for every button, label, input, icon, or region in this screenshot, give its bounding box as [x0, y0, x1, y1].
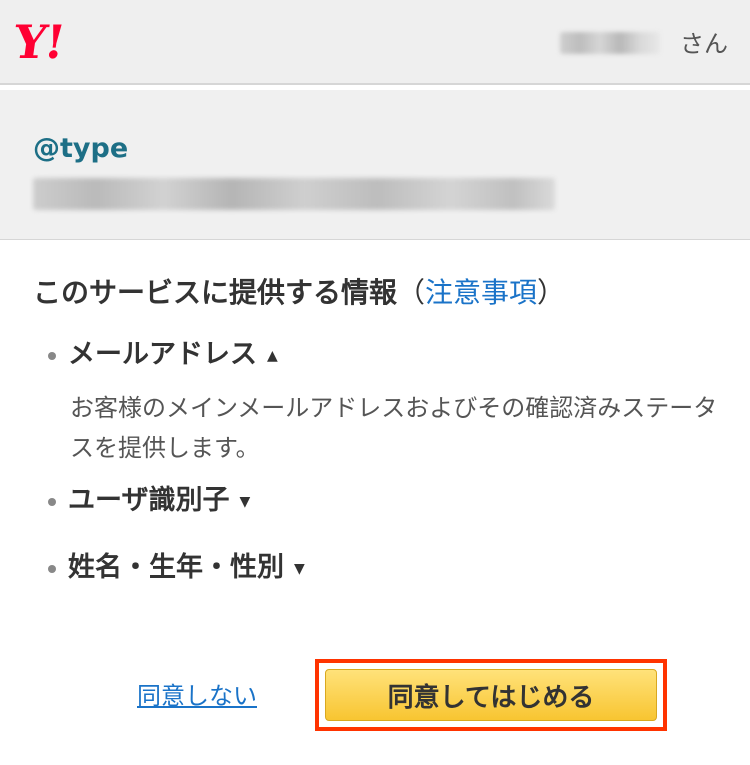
bullet-icon	[48, 498, 56, 506]
email-label: メールアドレス	[68, 339, 257, 370]
caret-down-icon: ▼	[239, 493, 251, 510]
profile-label: 姓名・生年・性別	[68, 552, 284, 583]
user-id-label: ユーザ識別子	[68, 485, 230, 516]
bullet-icon	[48, 352, 56, 360]
paren-close: ）	[537, 276, 566, 309]
header-bar: Y! さん	[0, 0, 750, 85]
caret-down-icon: ▼	[294, 560, 305, 577]
user-honorific: さん	[680, 30, 728, 58]
decline-link[interactable]: 同意しない	[137, 680, 257, 712]
app-info-panel: @type	[0, 90, 750, 240]
bullet-icon	[48, 565, 56, 573]
info-item-label: ユーザ識別子 ▼	[68, 484, 250, 519]
info-item-label: メールアドレス ▲	[68, 338, 278, 373]
section-title: このサービスに提供する情報（注意事項）	[33, 275, 565, 311]
notes-link[interactable]: 注意事項	[425, 276, 537, 309]
caret-up-icon: ▲	[267, 347, 278, 364]
user-name-redacted	[560, 32, 660, 54]
agree-start-button[interactable]: 同意してはじめる	[325, 669, 657, 721]
info-item-label: 姓名・生年・性別 ▼	[68, 551, 305, 586]
email-description: お客様のメインメールアドレスおよびその確認済みステータスを提供します。	[70, 394, 718, 462]
paren-open: （	[397, 276, 426, 309]
section-title-text: このサービスに提供する情報	[33, 276, 398, 309]
app-name: @type	[33, 133, 129, 164]
app-description-redacted	[33, 178, 555, 210]
yahoo-logo[interactable]: Y!	[10, 14, 67, 70]
agree-highlight-outline: 同意してはじめる	[315, 659, 667, 731]
